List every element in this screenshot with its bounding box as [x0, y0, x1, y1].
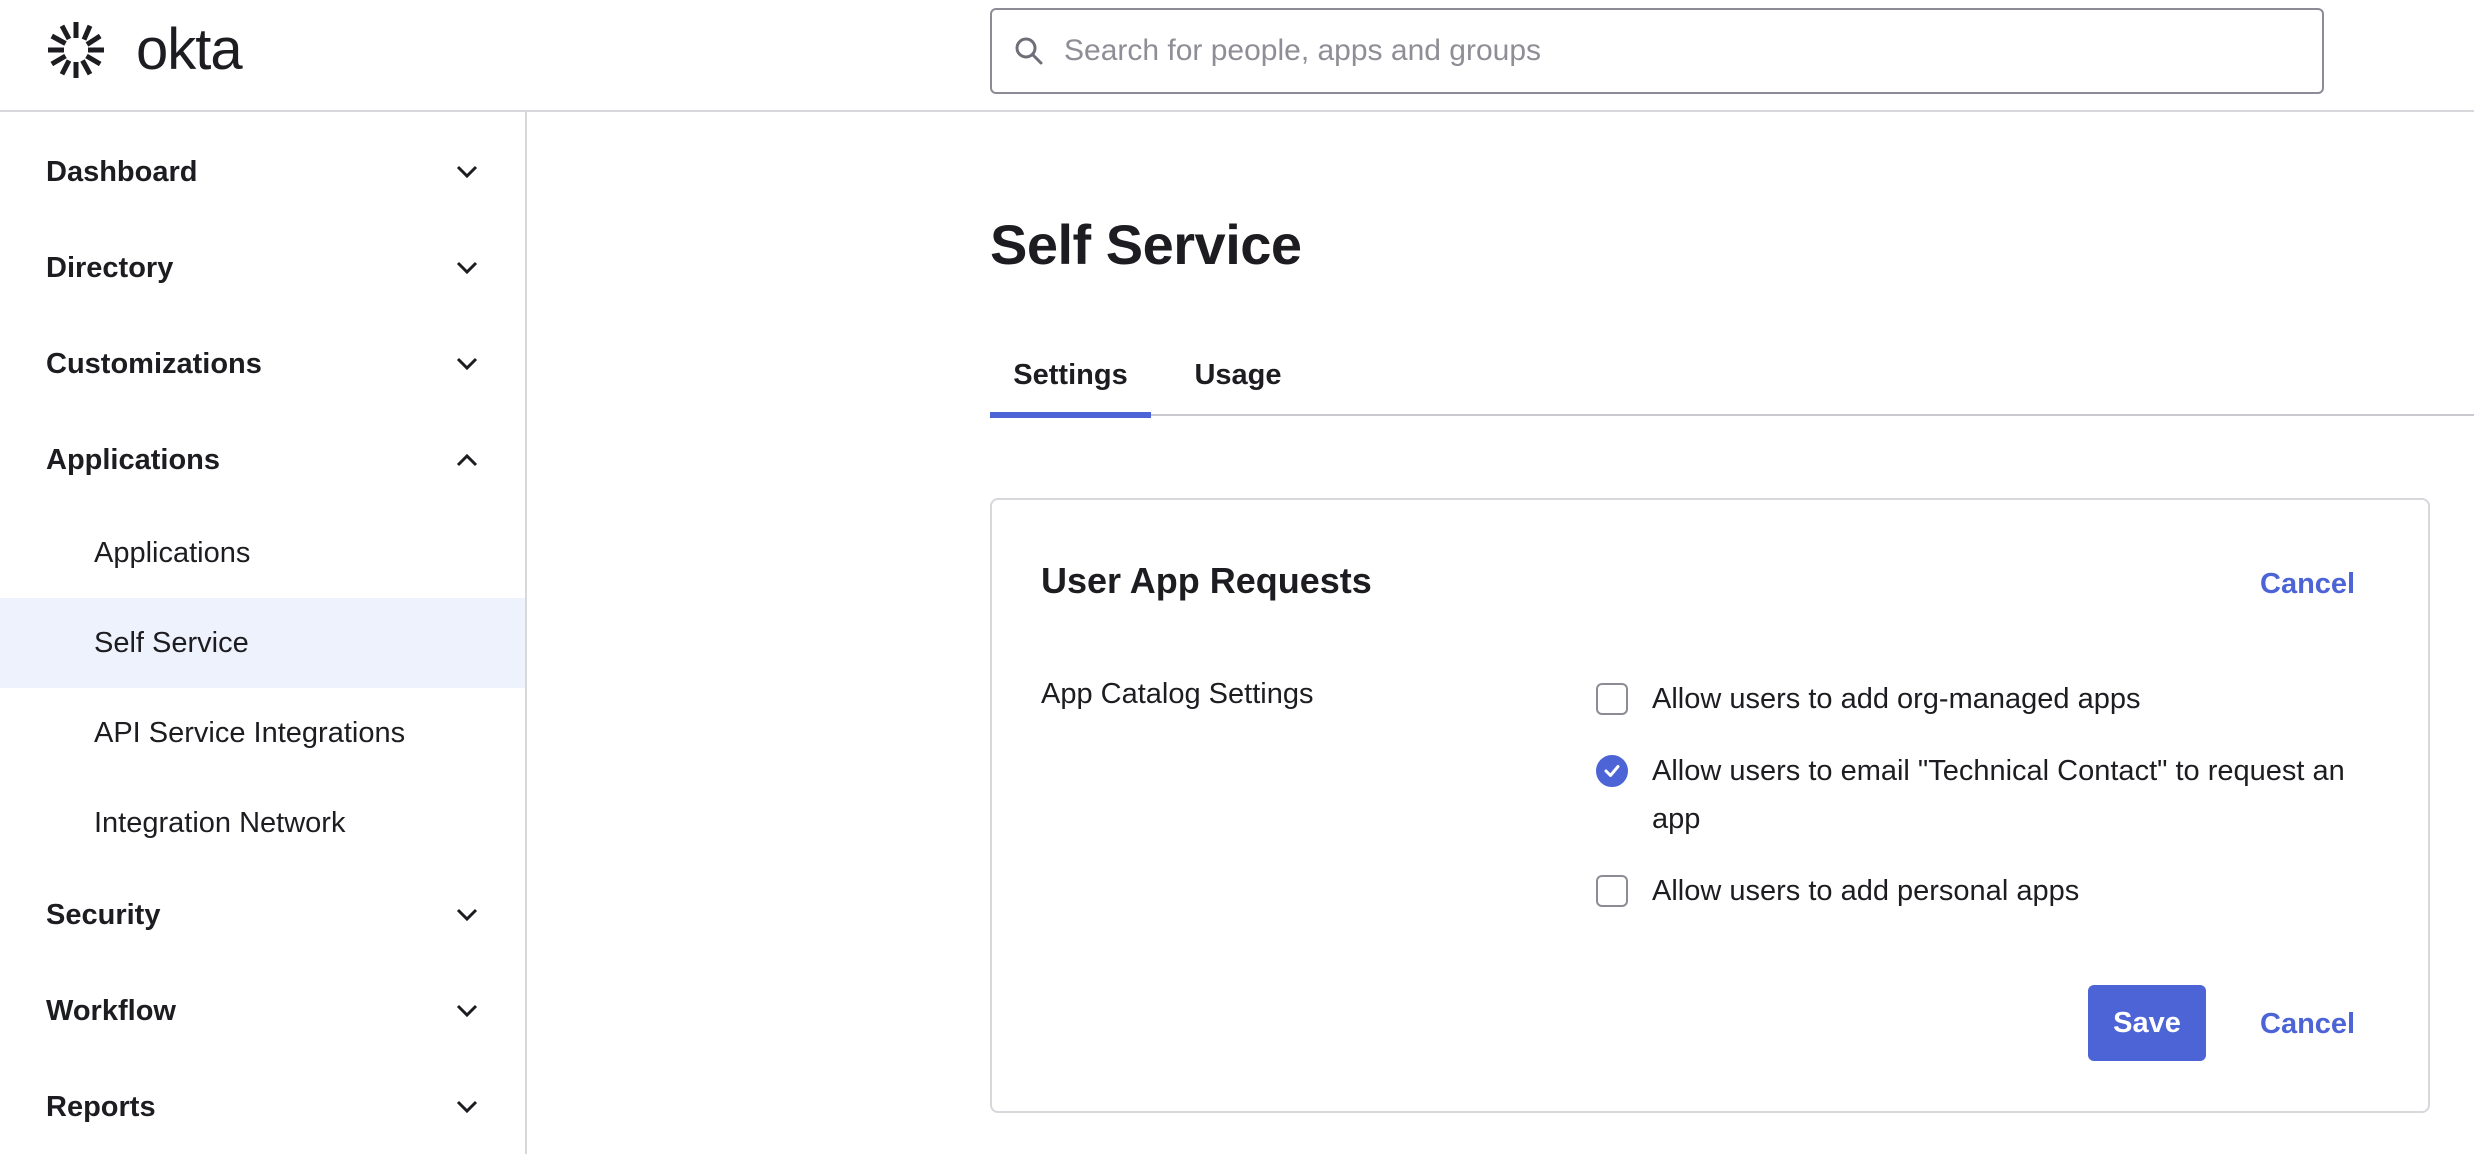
search-bar[interactable]	[990, 8, 2324, 94]
option-label: Allow users to email "Technical Contact"…	[1652, 755, 2345, 835]
chevron-up-icon	[450, 443, 484, 477]
sidebar-section-label: Applications	[46, 443, 221, 476]
checkbox[interactable]	[1596, 875, 1628, 907]
okta-sunburst-icon	[48, 22, 104, 78]
sidebar-section-directory[interactable]: Directory	[0, 220, 525, 316]
chevron-down-icon	[450, 1090, 484, 1124]
sidebar-section-security[interactable]: Security	[0, 867, 525, 963]
option-email-technical-contact[interactable]: Allow users to email "Technical Contact"…	[1596, 752, 2396, 843]
footer-cancel-button[interactable]: Cancel	[2260, 1008, 2355, 1041]
okta-logo[interactable]: okta	[44, 17, 243, 82]
card-title: User App Requests	[1041, 560, 1372, 601]
sidebar-item-integration-network[interactable]: Integration Network	[0, 778, 525, 868]
chevron-down-icon	[450, 347, 484, 381]
main-content: Self Service Settings Usage User App Req…	[527, 112, 2474, 1154]
chevron-down-icon	[450, 898, 484, 932]
user-app-requests-card: User App Requests Cancel App Catalog Set…	[990, 498, 2430, 1113]
sidebar-section-label: Directory	[46, 251, 174, 284]
sidebar-item-label: Integration Network	[94, 806, 346, 839]
option-label: Allow users to add personal apps	[1652, 875, 2080, 907]
brand-name: okta	[136, 17, 243, 82]
sidebar-section-reports[interactable]: Reports	[0, 1059, 525, 1155]
tab-settings[interactable]: Settings	[990, 334, 1151, 418]
chevron-down-icon	[450, 155, 484, 189]
top-bar: okta	[0, 0, 2474, 112]
option-label: Allow users to add org-managed apps	[1652, 683, 2141, 715]
chevron-down-icon	[450, 251, 484, 285]
sidebar-section-workflow[interactable]: Workflow	[0, 963, 525, 1059]
sidebar-section-label: Reports	[46, 1090, 156, 1123]
chevron-down-icon	[450, 994, 484, 1028]
checkbox[interactable]	[1596, 683, 1628, 715]
tab-bar: Settings Usage	[990, 334, 2474, 418]
sidebar-section-label: Workflow	[46, 994, 176, 1027]
save-button[interactable]: Save	[2088, 985, 2206, 1061]
option-org-managed-apps[interactable]: Allow users to add org-managed apps	[1596, 680, 2140, 723]
sidebar-item-label: Self Service	[94, 626, 249, 659]
sidebar-item-applications[interactable]: Applications	[0, 508, 525, 598]
tab-usage[interactable]: Usage	[1173, 334, 1303, 416]
sidebar-item-api-service-integrations[interactable]: API Service Integrations	[0, 688, 525, 778]
sidebar-item-self-service[interactable]: Self Service	[0, 598, 525, 688]
search-input[interactable]	[1064, 21, 2264, 81]
sidebar: Dashboard Directory Customizations Appli…	[0, 112, 527, 1154]
page-title: Self Service	[990, 213, 1302, 276]
cancel-button[interactable]: Cancel	[2260, 568, 2355, 601]
option-personal-apps[interactable]: Allow users to add personal apps	[1596, 872, 2079, 915]
sidebar-section-label: Security	[46, 898, 161, 931]
sidebar-section-label: Customizations	[46, 347, 262, 380]
check-icon	[1604, 765, 1620, 777]
checkbox-checked[interactable]	[1596, 755, 1628, 787]
sidebar-section-customizations[interactable]: Customizations	[0, 316, 525, 412]
field-label-app-catalog-settings: App Catalog Settings	[1041, 678, 1314, 710]
sidebar-section-dashboard[interactable]: Dashboard	[0, 124, 525, 220]
search-icon	[1012, 34, 1046, 68]
sidebar-section-label: Dashboard	[46, 155, 198, 188]
sidebar-item-label: API Service Integrations	[94, 716, 406, 749]
sidebar-section-applications[interactable]: Applications	[0, 412, 525, 508]
sidebar-item-label: Applications	[94, 536, 251, 569]
